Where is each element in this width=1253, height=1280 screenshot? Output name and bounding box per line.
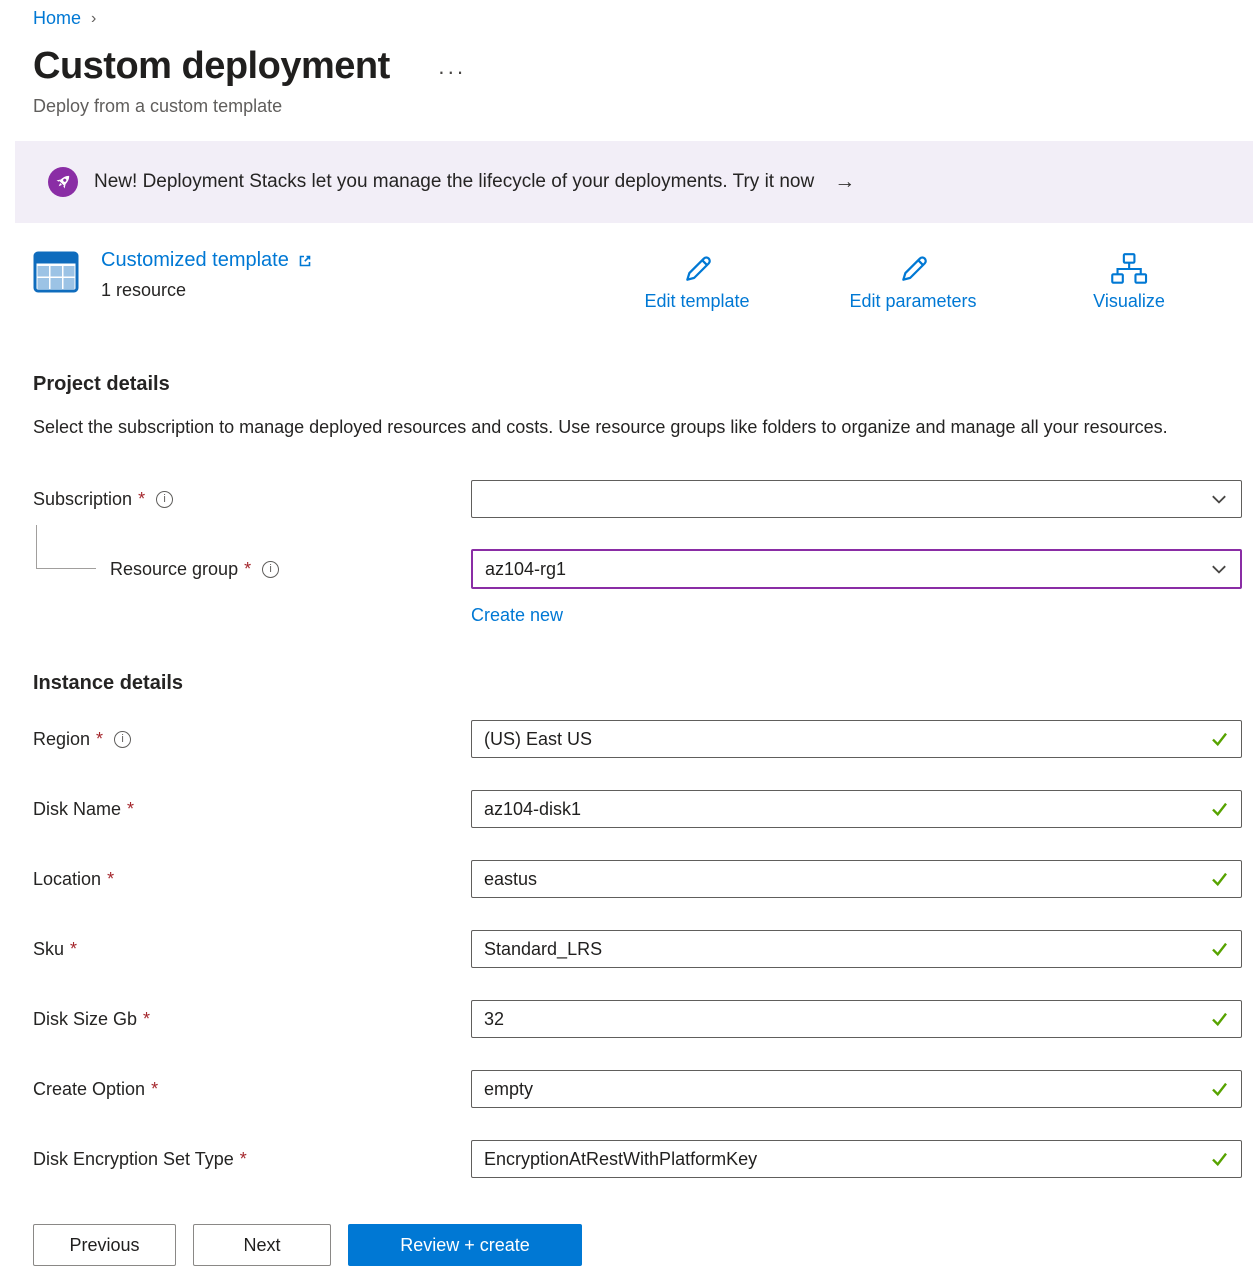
visualize-button[interactable]: Visualize: [1093, 251, 1165, 312]
page-subtitle: Deploy from a custom template: [33, 96, 1242, 117]
org-chart-icon: [1110, 251, 1148, 287]
create-new-link[interactable]: Create new: [471, 605, 563, 625]
edit-parameters-label: Edit parameters: [849, 291, 976, 312]
external-link-icon: [297, 253, 313, 269]
location-input[interactable]: [471, 860, 1242, 898]
breadcrumb: Home ›: [33, 8, 1242, 29]
region-row: Region * i: [33, 719, 1242, 759]
create-option-input[interactable]: [471, 1070, 1242, 1108]
page-title: Custom deployment: [33, 45, 390, 88]
create-option-row: Create Option *: [33, 1069, 1242, 1109]
disk-encryption-set-type-label-text: Disk Encryption Set Type: [33, 1149, 234, 1170]
create-option-label: Create Option *: [33, 1079, 471, 1100]
disk-size-row: Disk Size Gb *: [33, 999, 1242, 1039]
template-link-label: Customized template: [101, 249, 289, 272]
edit-parameters-button[interactable]: Edit parameters: [849, 251, 976, 312]
pencil-icon: [895, 251, 931, 287]
next-button[interactable]: Next: [193, 1224, 331, 1266]
info-icon[interactable]: i: [114, 731, 131, 748]
required-marker: *: [70, 939, 77, 960]
template-resource-count: 1 resource: [101, 280, 313, 301]
info-icon[interactable]: i: [156, 491, 173, 508]
edit-template-label: Edit template: [644, 291, 749, 312]
required-marker: *: [96, 729, 103, 750]
parent-child-connector-line: [36, 525, 96, 569]
project-details-description: Select the subscription to manage deploy…: [33, 412, 1193, 443]
required-marker: *: [151, 1079, 158, 1100]
region-label-text: Region: [33, 729, 90, 750]
custom-deployment-page: Home › Custom deployment ··· Deploy from…: [0, 0, 1253, 1280]
template-icon: [33, 251, 79, 298]
deployment-stacks-banner: New! Deployment Stacks let you manage th…: [15, 141, 1253, 223]
required-marker: *: [107, 869, 114, 890]
edit-template-button[interactable]: Edit template: [644, 251, 749, 312]
project-details-heading: Project details: [33, 373, 1242, 396]
valid-check-icon: [1210, 1010, 1229, 1029]
resource-group-label: Resource group * i: [33, 559, 471, 580]
breadcrumb-home-link[interactable]: Home: [33, 8, 81, 29]
arrow-right-icon[interactable]: →: [834, 170, 855, 194]
subscription-label: Subscription * i: [33, 489, 471, 510]
subscription-dropdown[interactable]: [471, 480, 1242, 518]
valid-check-icon: [1210, 800, 1229, 819]
sku-input[interactable]: [471, 930, 1242, 968]
visualize-label: Visualize: [1093, 291, 1165, 312]
sku-label-text: Sku: [33, 939, 64, 960]
disk-name-row: Disk Name *: [33, 789, 1242, 829]
wizard-footer: Previous Next Review + create: [0, 1210, 1253, 1280]
location-label-text: Location: [33, 869, 101, 890]
banner-text: New! Deployment Stacks let you manage th…: [94, 171, 814, 193]
breadcrumb-separator-icon: ›: [91, 10, 96, 28]
valid-check-icon: [1210, 1080, 1229, 1099]
required-marker: *: [244, 559, 251, 580]
more-options-button[interactable]: ···: [438, 51, 466, 83]
region-label: Region * i: [33, 729, 471, 750]
region-input[interactable]: [471, 720, 1242, 758]
resource-group-label-text: Resource group: [110, 559, 238, 580]
chevron-down-icon[interactable]: [1210, 560, 1228, 578]
info-icon[interactable]: i: [262, 561, 279, 578]
disk-name-label-text: Disk Name: [33, 799, 121, 820]
template-summary-row: Customized template 1 resource Edit temp…: [33, 249, 1242, 329]
previous-button[interactable]: Previous: [33, 1224, 176, 1266]
location-label: Location *: [33, 869, 471, 890]
review-create-button[interactable]: Review + create: [348, 1224, 582, 1266]
rocket-icon: [48, 167, 78, 197]
disk-name-label: Disk Name *: [33, 799, 471, 820]
disk-size-label: Disk Size Gb *: [33, 1009, 471, 1030]
sku-row: Sku *: [33, 929, 1242, 969]
pencil-icon: [679, 251, 715, 287]
instance-details-heading: Instance details: [33, 672, 1242, 695]
disk-size-label-text: Disk Size Gb: [33, 1009, 137, 1030]
chevron-down-icon[interactable]: [1210, 490, 1228, 508]
disk-encryption-set-type-label: Disk Encryption Set Type *: [33, 1149, 471, 1170]
required-marker: *: [127, 799, 134, 820]
disk-name-input[interactable]: [471, 790, 1242, 828]
subscription-label-text: Subscription: [33, 489, 132, 510]
location-row: Location *: [33, 859, 1242, 899]
required-marker: *: [138, 489, 145, 510]
disk-size-input[interactable]: [471, 1000, 1242, 1038]
valid-check-icon: [1210, 940, 1229, 959]
valid-check-icon: [1210, 870, 1229, 889]
create-option-label-text: Create Option: [33, 1079, 145, 1100]
required-marker: *: [143, 1009, 150, 1030]
resource-group-dropdown[interactable]: [471, 549, 1242, 589]
disk-encryption-set-type-row: Disk Encryption Set Type *: [33, 1139, 1242, 1179]
resource-group-row: Resource group * i: [33, 549, 1242, 589]
disk-encryption-set-type-input[interactable]: [471, 1140, 1242, 1178]
valid-check-icon: [1210, 1150, 1229, 1169]
valid-check-icon: [1210, 730, 1229, 749]
customized-template-link[interactable]: Customized template: [101, 249, 313, 272]
sku-label: Sku *: [33, 939, 471, 960]
required-marker: *: [240, 1149, 247, 1170]
subscription-row: Subscription * i: [33, 479, 1242, 519]
